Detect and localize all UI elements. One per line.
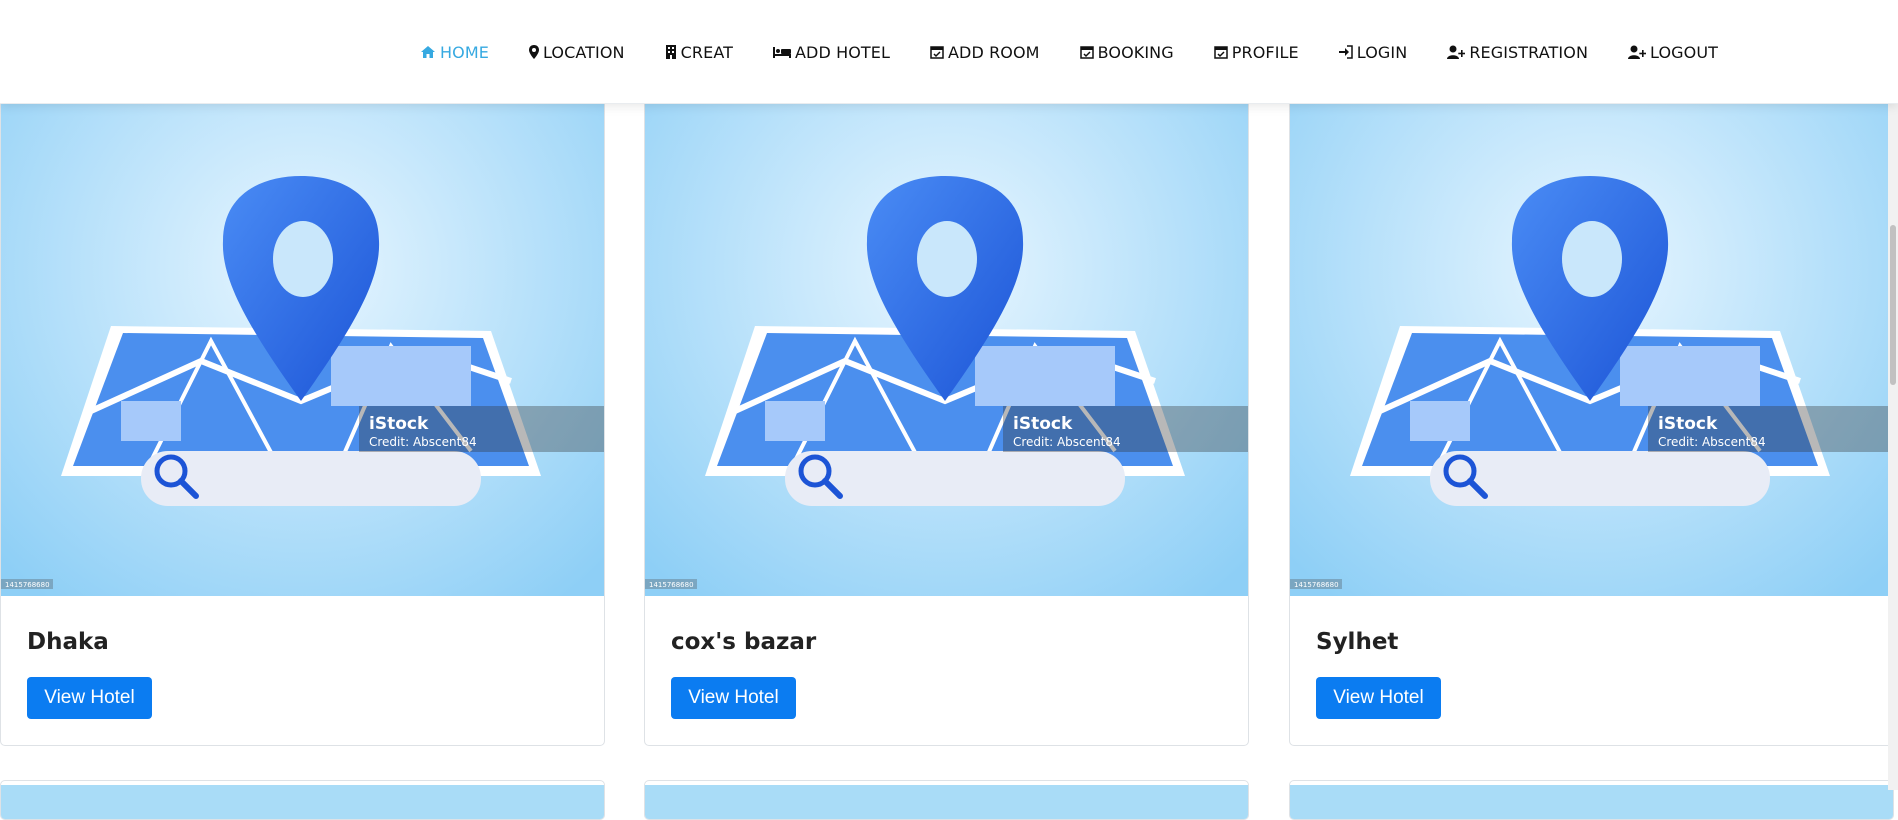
nav-label: BOOKING [1097, 42, 1174, 62]
user-plus-icon [1447, 45, 1466, 59]
nav-menu: HOME LOCATION CREAT ADD HOTEL ADD ROOM B… [420, 0, 1718, 104]
building-icon [665, 45, 676, 59]
stock-id: 1415768680 [649, 581, 694, 589]
watermark-credit: Credit: Abscent84 [1658, 435, 1766, 449]
sign-in-icon [1338, 45, 1353, 59]
location-card: iStock Credit: Abscent84 1415768680 cox'… [644, 0, 1249, 746]
card-title: Sylhet [1316, 629, 1399, 655]
calendar-check-icon [930, 46, 944, 59]
nav-item-creat[interactable]: CREAT [665, 43, 733, 62]
location-card: iStock Credit: Abscent84 1415768680 Sylh… [1289, 0, 1894, 746]
stock-id: 1415768680 [5, 581, 50, 589]
nav-item-registration[interactable]: REGISTRATION [1447, 43, 1588, 62]
nav-item-booking[interactable]: BOOKING [1079, 42, 1174, 62]
nav-item-login[interactable]: LOGIN [1338, 42, 1408, 62]
bed-icon [773, 47, 791, 58]
nav-item-profile[interactable]: PROFILE [1214, 43, 1299, 62]
view-hotel-button[interactable]: View Hotel [27, 677, 152, 719]
watermark-brand: iStock [369, 414, 429, 434]
watermark-brand: iStock [1013, 414, 1073, 434]
nav-label: ADD HOTEL [795, 42, 890, 62]
watermark-brand: iStock [1658, 414, 1718, 434]
nav-label: ADD ROOM [948, 42, 1040, 62]
scrollbar-thumb[interactable] [1890, 225, 1896, 385]
user-plus-icon [1628, 45, 1647, 59]
nav-label: CREAT [680, 42, 733, 62]
view-hotel-button[interactable]: View Hotel [1316, 677, 1441, 719]
nav-label: LOGIN [1356, 42, 1408, 62]
calendar-check-icon [1079, 46, 1094, 59]
location-card [0, 780, 605, 820]
location-grid: iStock Credit: Abscent84 1415768680 Dhak… [0, 0, 1898, 820]
nav-item-location[interactable]: LOCATION [528, 42, 625, 62]
card-title: Dhaka [27, 629, 109, 655]
nav-label: LOGOUT [1650, 42, 1719, 62]
view-hotel-button[interactable]: View Hotel [671, 677, 796, 719]
watermark-credit: Credit: Abscent84 [1013, 435, 1121, 449]
nav-item-home[interactable]: HOME [420, 43, 489, 62]
location-card [1289, 780, 1894, 820]
nav-item-add-hotel[interactable]: ADD HOTEL [773, 43, 890, 62]
location-card [644, 780, 1249, 820]
nav-label: REGISTRATION [1469, 42, 1589, 62]
nav-label: PROFILE [1231, 42, 1299, 62]
nav-label: HOME [440, 42, 489, 62]
nav-item-logout[interactable]: LOGOUT [1628, 43, 1718, 62]
navbar: HOME LOCATION CREAT ADD HOTEL ADD ROOM B… [0, 0, 1898, 104]
nav-item-add-room[interactable]: ADD ROOM [930, 43, 1040, 62]
map-marker-icon [528, 45, 539, 59]
location-card: iStock Credit: Abscent84 1415768680 Dhak… [0, 0, 605, 746]
home-icon [421, 46, 435, 58]
nav-label: LOCATION [542, 42, 625, 62]
calendar-check-icon [1214, 46, 1228, 59]
stock-id: 1415768680 [1294, 581, 1339, 589]
card-title: cox's bazar [671, 629, 817, 655]
page-scrollbar[interactable] [1888, 0, 1898, 790]
watermark-credit: Credit: Abscent84 [369, 435, 477, 449]
